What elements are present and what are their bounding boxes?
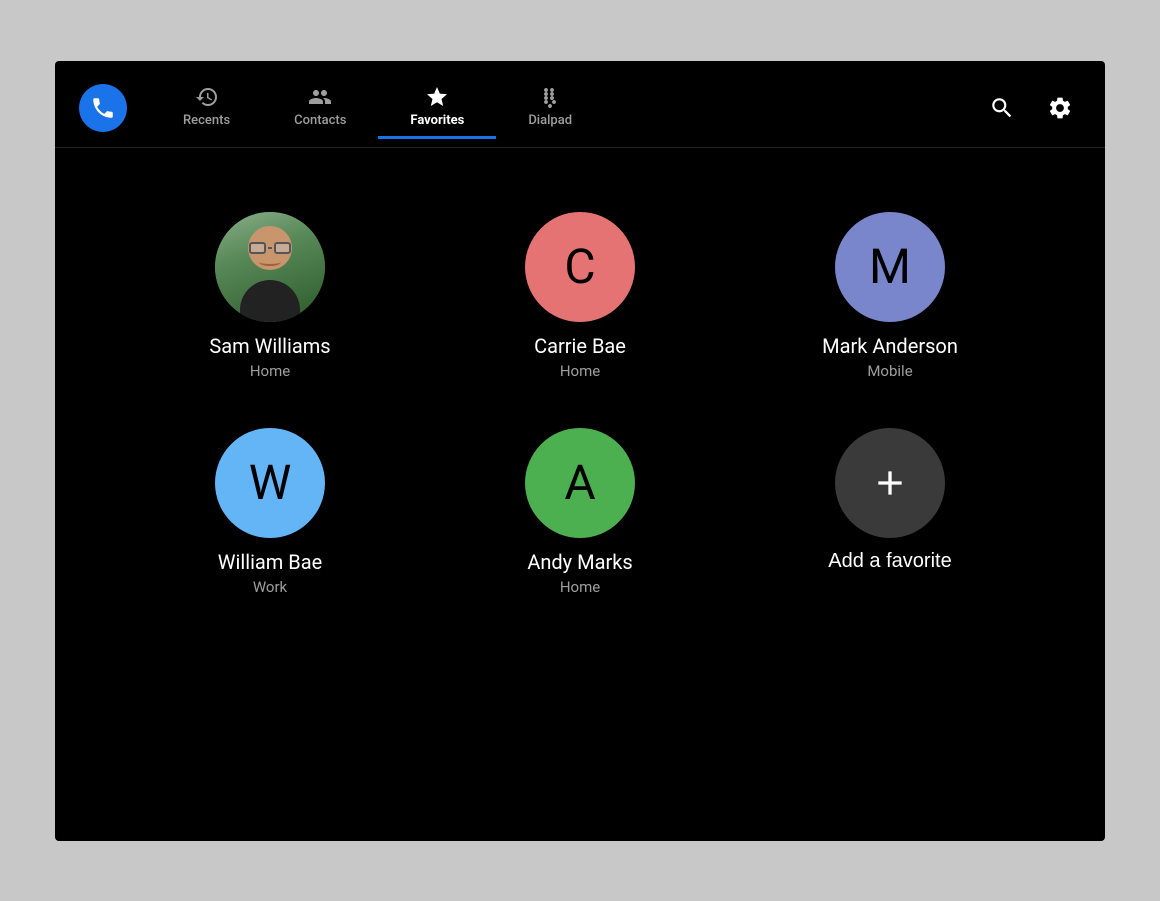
nav-actions xyxy=(981,87,1081,129)
favorite-william-bae[interactable]: W William Bae Work xyxy=(115,404,425,620)
carrie-bae-type: Home xyxy=(560,362,600,380)
mark-anderson-avatar: M xyxy=(835,212,945,322)
settings-button[interactable] xyxy=(1039,87,1081,129)
phone-button[interactable] xyxy=(79,84,127,132)
favorite-andy-marks[interactable]: A Andy Marks Home xyxy=(425,404,735,620)
mark-anderson-name: Mark Anderson xyxy=(822,334,958,358)
tab-recents[interactable]: Recents xyxy=(151,77,262,139)
favorites-icon xyxy=(425,85,449,109)
sam-williams-type: Home xyxy=(250,362,290,380)
contacts-label: Contacts xyxy=(294,113,346,128)
tab-contacts[interactable]: Contacts xyxy=(262,77,378,139)
add-favorite-circle xyxy=(835,428,945,538)
andy-marks-name: Andy Marks xyxy=(527,550,632,574)
plus-icon xyxy=(870,463,910,503)
carrie-bae-name: Carrie Bae xyxy=(534,334,626,358)
william-bae-type: Work xyxy=(253,578,287,596)
william-bae-name: William Bae xyxy=(218,550,323,574)
favorites-label: Favorites xyxy=(410,113,464,128)
carrie-bae-avatar: C xyxy=(525,212,635,322)
favorite-sam-williams[interactable]: Sam Williams Home xyxy=(115,188,425,404)
tab-dialpad[interactable]: Dialpad xyxy=(496,77,604,139)
sam-williams-name: Sam Williams xyxy=(209,334,330,358)
app-window: Recents Contacts Favorites xyxy=(55,61,1105,841)
settings-icon xyxy=(1047,95,1073,121)
search-icon xyxy=(989,95,1015,121)
favorite-carrie-bae[interactable]: C Carrie Bae Home xyxy=(425,188,735,404)
favorite-mark-anderson[interactable]: M Mark Anderson Mobile xyxy=(735,188,1045,404)
sam-williams-avatar xyxy=(215,212,325,322)
nav-tabs: Recents Contacts Favorites xyxy=(151,77,981,139)
tab-favorites[interactable]: Favorites xyxy=(378,77,496,139)
recents-label: Recents xyxy=(183,113,230,128)
andy-marks-type: Home xyxy=(560,578,600,596)
recents-icon xyxy=(195,85,219,109)
dialpad-icon xyxy=(538,85,562,109)
william-bae-avatar: W xyxy=(215,428,325,538)
dialpad-label: Dialpad xyxy=(528,113,572,128)
search-button[interactable] xyxy=(981,87,1023,129)
add-favorite-item[interactable]: Add a favorite xyxy=(735,404,1045,620)
favorites-grid: Sam Williams Home C Carrie Bae Home M Ma… xyxy=(55,148,1105,660)
phone-icon xyxy=(90,95,116,121)
add-favorite-label: Add a favorite xyxy=(828,550,951,573)
mark-anderson-type: Mobile xyxy=(867,362,912,380)
contacts-icon xyxy=(308,85,332,109)
top-nav: Recents Contacts Favorites xyxy=(55,61,1105,148)
andy-marks-avatar: A xyxy=(525,428,635,538)
add-favorite-button[interactable]: Add a favorite xyxy=(828,428,951,573)
